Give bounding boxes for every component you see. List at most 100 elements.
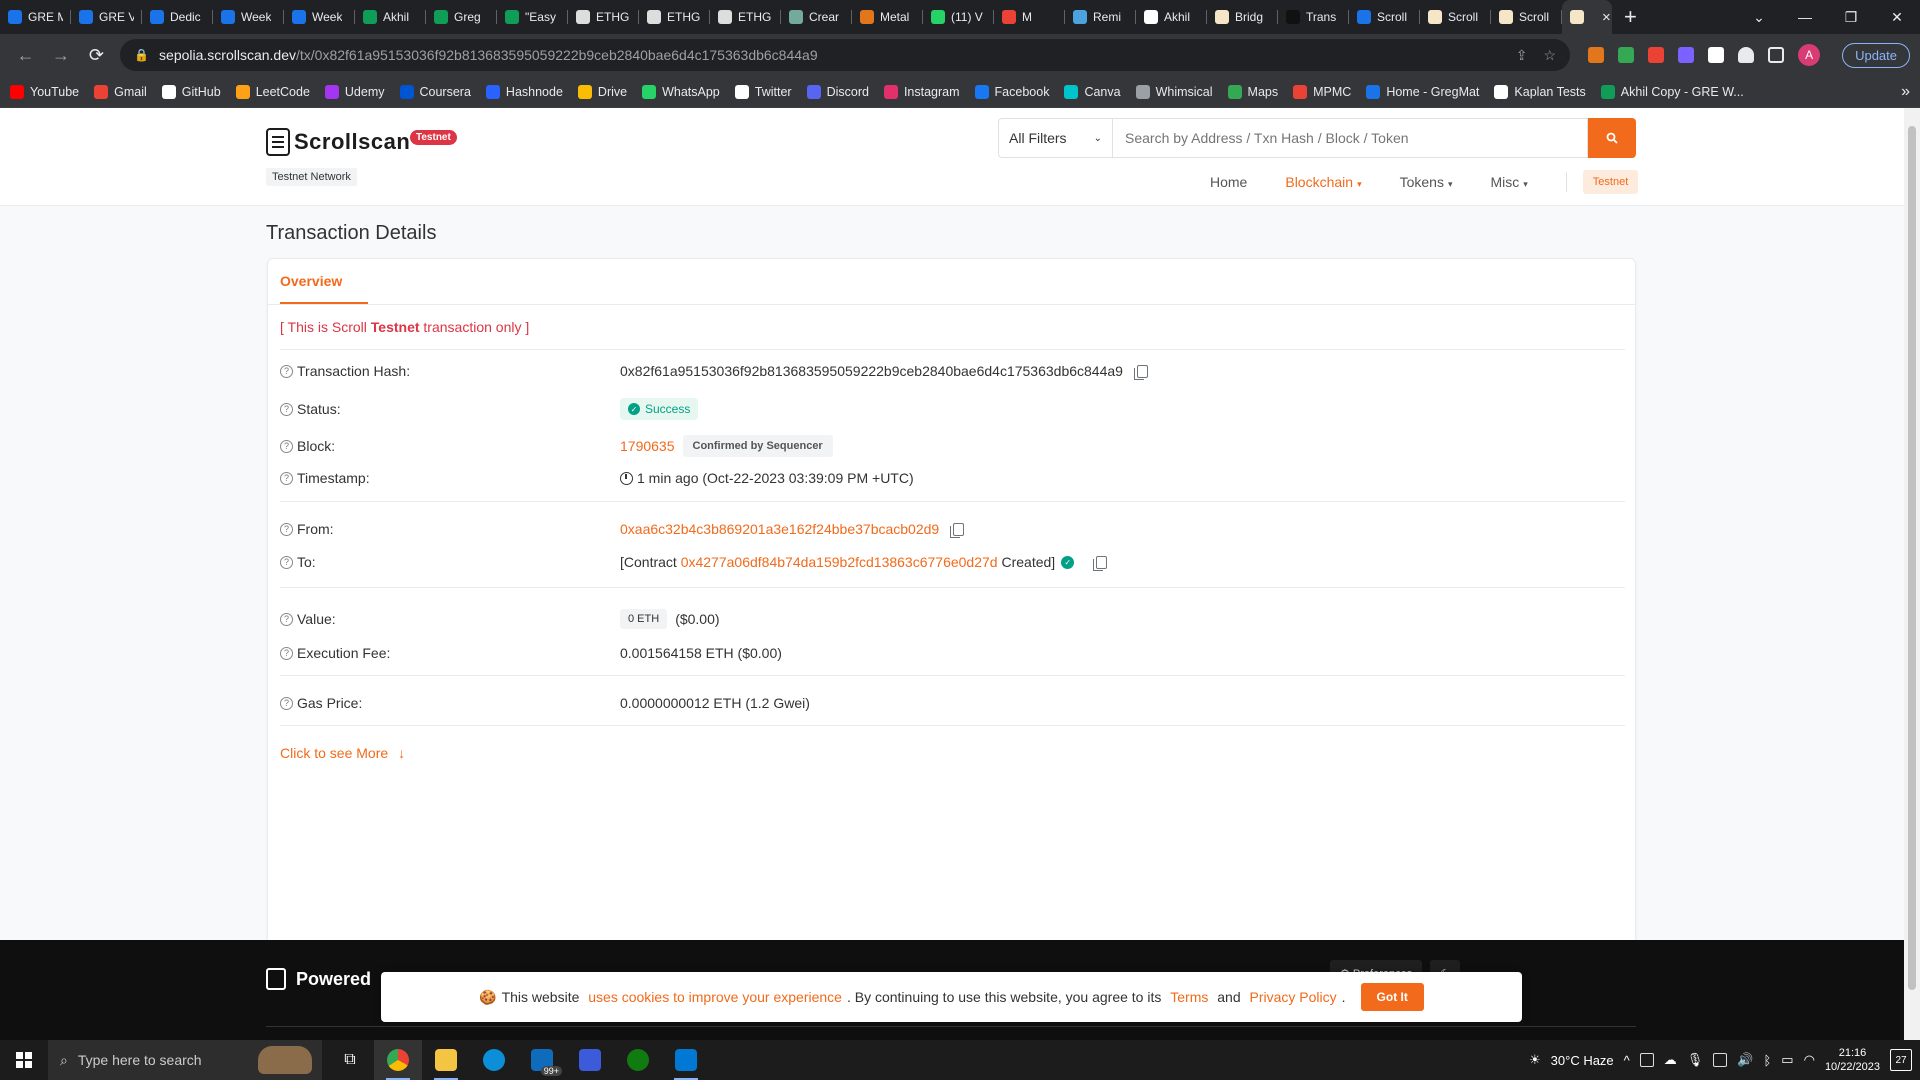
new-tab-button[interactable]: +: [1612, 0, 1649, 34]
bookmark-item[interactable]: YouTube: [10, 84, 79, 99]
browser-tab[interactable]: Scroll: [1420, 0, 1491, 34]
puzzle-icon[interactable]: [1738, 47, 1755, 63]
browser-tab[interactable]: Trans: [1278, 0, 1349, 34]
copy-icon[interactable]: [1093, 555, 1108, 571]
bookmark-star-icon[interactable]: ☆: [1544, 47, 1557, 64]
help-icon[interactable]: ?: [280, 612, 293, 626]
cookie-policy-link[interactable]: uses cookies to improve your experience: [588, 989, 842, 1005]
update-button[interactable]: Update: [1842, 42, 1910, 68]
bookmark-item[interactable]: Twitter: [734, 84, 792, 99]
bookmark-item[interactable]: Canva: [1064, 84, 1121, 99]
bookmark-item[interactable]: Whimsical: [1135, 84, 1213, 99]
close-icon[interactable]: ×: [1602, 9, 1611, 26]
bookmarks-overflow-icon[interactable]: »: [1901, 83, 1910, 101]
bookmark-item[interactable]: Home - GregMat: [1366, 84, 1479, 99]
help-icon[interactable]: ?: [280, 696, 293, 710]
search-input[interactable]: [1112, 118, 1588, 158]
nav-home[interactable]: Home: [1210, 174, 1247, 190]
tray-icon[interactable]: [1639, 1053, 1654, 1067]
search-button[interactable]: [1588, 118, 1636, 158]
site-logo[interactable]: Scrollscan: [266, 128, 410, 156]
browser-tab[interactable]: (11) V: [923, 0, 994, 34]
got-it-button[interactable]: Got It: [1360, 983, 1424, 1011]
bookmark-item[interactable]: Udemy: [324, 84, 385, 99]
contract-address-link[interactable]: 0x4277a06df84b74da159b2fcd13863c6776e0d2…: [681, 554, 998, 570]
browser-tab[interactable]: ETHG: [639, 0, 710, 34]
browser-tab[interactable]: GRE V: [71, 0, 142, 34]
bookmark-item[interactable]: Discord: [806, 84, 869, 99]
page-scrollbar[interactable]: [1904, 108, 1920, 1052]
from-address-link[interactable]: 0xaa6c32b4c3b869201a3e162f24bbe37bcacb02…: [620, 521, 939, 537]
extension-icon[interactable]: [1708, 47, 1725, 63]
bookmark-item[interactable]: Drive: [577, 84, 627, 99]
help-icon[interactable]: ?: [280, 471, 293, 485]
browser-tab[interactable]: M: [994, 0, 1065, 34]
browser-tab[interactable]: Dedic: [142, 0, 213, 34]
bookmark-item[interactable]: MPMC: [1293, 84, 1351, 99]
minimize-button[interactable]: —: [1782, 9, 1828, 25]
tab-overview[interactable]: Overview: [280, 273, 368, 304]
bookmark-item[interactable]: Hashnode: [485, 84, 563, 99]
browser-tab[interactable]: Akhil: [355, 0, 426, 34]
forward-button[interactable]: →: [45, 39, 76, 71]
vscode-button[interactable]: [662, 1040, 710, 1080]
help-icon[interactable]: ?: [280, 522, 293, 536]
browser-tab[interactable]: GRE M: [0, 0, 71, 34]
bookmark-item[interactable]: Kaplan Tests: [1494, 84, 1586, 99]
browser-tab[interactable]: Remi: [1065, 0, 1136, 34]
nav-testnet-button[interactable]: Testnet: [1582, 170, 1639, 194]
file-explorer-button[interactable]: [422, 1040, 470, 1080]
back-button[interactable]: ←: [10, 39, 41, 71]
metamask-extension-icon[interactable]: [1588, 47, 1605, 63]
help-icon[interactable]: ?: [280, 555, 293, 569]
browser-tab[interactable]: Scroll: [1491, 0, 1562, 34]
help-icon[interactable]: ?: [280, 646, 293, 660]
help-icon[interactable]: ?: [280, 439, 293, 453]
help-icon[interactable]: ?: [280, 364, 293, 378]
side-panel-icon[interactable]: [1768, 47, 1785, 63]
battery-icon[interactable]: ▭: [1781, 1052, 1793, 1068]
nav-blockchain[interactable]: Blockchain ▾: [1285, 174, 1361, 190]
nav-tokens[interactable]: Tokens ▾: [1400, 174, 1453, 190]
browser-tab[interactable]: Metal: [852, 0, 923, 34]
see-more-link[interactable]: Click to see More ↓: [280, 745, 405, 761]
xbox-button[interactable]: [614, 1040, 662, 1080]
bookmark-item[interactable]: Maps: [1227, 84, 1278, 99]
weather-text[interactable]: 30°C Haze: [1551, 1053, 1614, 1068]
privacy-policy-link[interactable]: Privacy Policy: [1250, 989, 1337, 1005]
extension-icon[interactable]: [1618, 47, 1635, 63]
help-icon[interactable]: ?: [280, 402, 293, 416]
bookmark-item[interactable]: Coursera: [399, 84, 471, 99]
bookmark-item[interactable]: WhatsApp: [642, 84, 720, 99]
wifi-icon[interactable]: ◠: [1804, 1052, 1815, 1068]
scrollbar-thumb[interactable]: [1908, 126, 1916, 990]
mail-button[interactable]: 99+: [518, 1040, 566, 1080]
tab-active[interactable]: S ×: [1562, 0, 1612, 34]
close-window-button[interactable]: ✕: [1874, 9, 1920, 26]
browser-tab[interactable]: Week: [284, 0, 355, 34]
microphone-icon[interactable]: 🎙: [1687, 1052, 1704, 1068]
bookmark-item[interactable]: Instagram: [883, 84, 960, 99]
share-icon[interactable]: ⇪: [1516, 47, 1528, 64]
copy-icon[interactable]: [1133, 364, 1148, 380]
browser-tab[interactable]: Scroll: [1349, 0, 1420, 34]
browser-tab[interactable]: Greg: [426, 0, 497, 34]
filter-select[interactable]: All Filters ⌄: [998, 118, 1112, 158]
bookmark-item[interactable]: Gmail: [94, 84, 147, 99]
weather-icon[interactable]: ☀: [1529, 1052, 1541, 1068]
tray-icon[interactable]: [1713, 1053, 1728, 1067]
extension-icon[interactable]: [1648, 47, 1665, 63]
browser-tab[interactable]: ETHG: [568, 0, 639, 34]
notifications-button[interactable]: 27: [1890, 1049, 1912, 1071]
cloud-icon[interactable]: ☁: [1664, 1052, 1677, 1068]
restore-button[interactable]: ❐: [1828, 9, 1874, 26]
start-button[interactable]: [0, 1040, 48, 1080]
edge-button[interactable]: [470, 1040, 518, 1080]
browser-tab[interactable]: Bridg: [1207, 0, 1278, 34]
tab-search-icon[interactable]: ⌄: [1736, 9, 1782, 26]
extension-icon[interactable]: [1678, 47, 1695, 63]
bookmark-item[interactable]: Facebook: [974, 84, 1049, 99]
bookmark-item[interactable]: GitHub: [161, 84, 221, 99]
browser-tab[interactable]: Week: [213, 0, 284, 34]
avatar[interactable]: A: [1798, 44, 1821, 66]
